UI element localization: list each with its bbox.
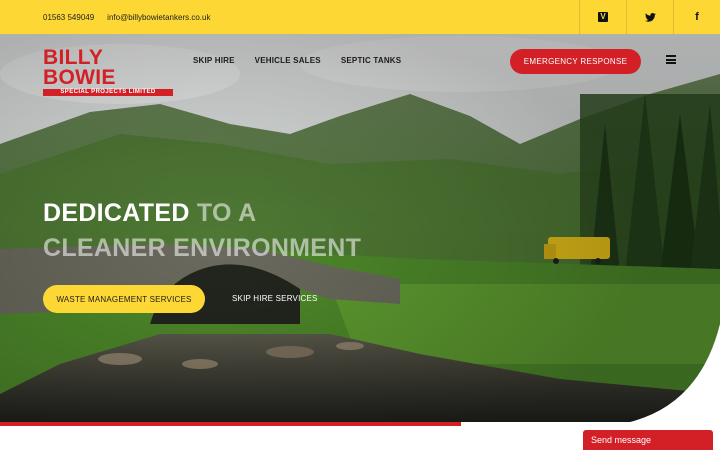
facebook-link[interactable]: f bbox=[673, 0, 720, 34]
phone-link[interactable]: 01563 549049 bbox=[43, 13, 94, 22]
skip-hire-services-link[interactable]: SKIP HIRE SERVICES bbox=[232, 294, 318, 303]
hero-headline: DEDICATED TO A CLEANER ENVIRONMENT bbox=[43, 196, 361, 266]
logo[interactable]: BILLY BOWIE SPECIAL PROJECTS LIMITED bbox=[43, 46, 173, 96]
vimeo-icon: V bbox=[598, 12, 608, 22]
nav-item-septic-tanks[interactable]: SEPTIC TANKS bbox=[341, 56, 401, 65]
email-link[interactable]: info@billybowietankers.co.uk bbox=[107, 13, 210, 22]
top-bar: 01563 549049 info@billybowietankers.co.u… bbox=[0, 0, 720, 34]
headline-faded-words: TO A bbox=[189, 199, 257, 227]
vimeo-link[interactable]: V bbox=[579, 0, 626, 34]
twitter-link[interactable] bbox=[626, 0, 673, 34]
emergency-response-button[interactable]: EMERGENCY RESPONSE bbox=[510, 49, 641, 74]
contact-info: 01563 549049 info@billybowietankers.co.u… bbox=[43, 0, 223, 34]
logo-tagline: SPECIAL PROJECTS LIMITED bbox=[43, 89, 173, 96]
twitter-icon bbox=[644, 12, 656, 22]
nav-item-skip-hire[interactable]: SKIP HIRE bbox=[193, 56, 235, 65]
headline-line-2: CLEANER ENVIRONMENT bbox=[43, 234, 362, 262]
nav-item-vehicle-sales[interactable]: VEHICLE SALES bbox=[255, 56, 321, 65]
progress-bar bbox=[0, 422, 461, 426]
social-links: V f bbox=[579, 0, 720, 34]
waste-management-button[interactable]: WASTE MANAGEMENT SERVICES bbox=[43, 285, 205, 313]
main-nav: SKIP HIRE VEHICLE SALES SEPTIC TANKS bbox=[193, 56, 421, 65]
hamburger-icon[interactable] bbox=[666, 55, 676, 64]
headline-bold-word: DEDICATED bbox=[43, 199, 190, 227]
logo-wordmark: BILLY BOWIE bbox=[43, 46, 116, 89]
facebook-icon: f bbox=[695, 11, 699, 23]
send-message-button[interactable]: Send message bbox=[583, 430, 713, 450]
